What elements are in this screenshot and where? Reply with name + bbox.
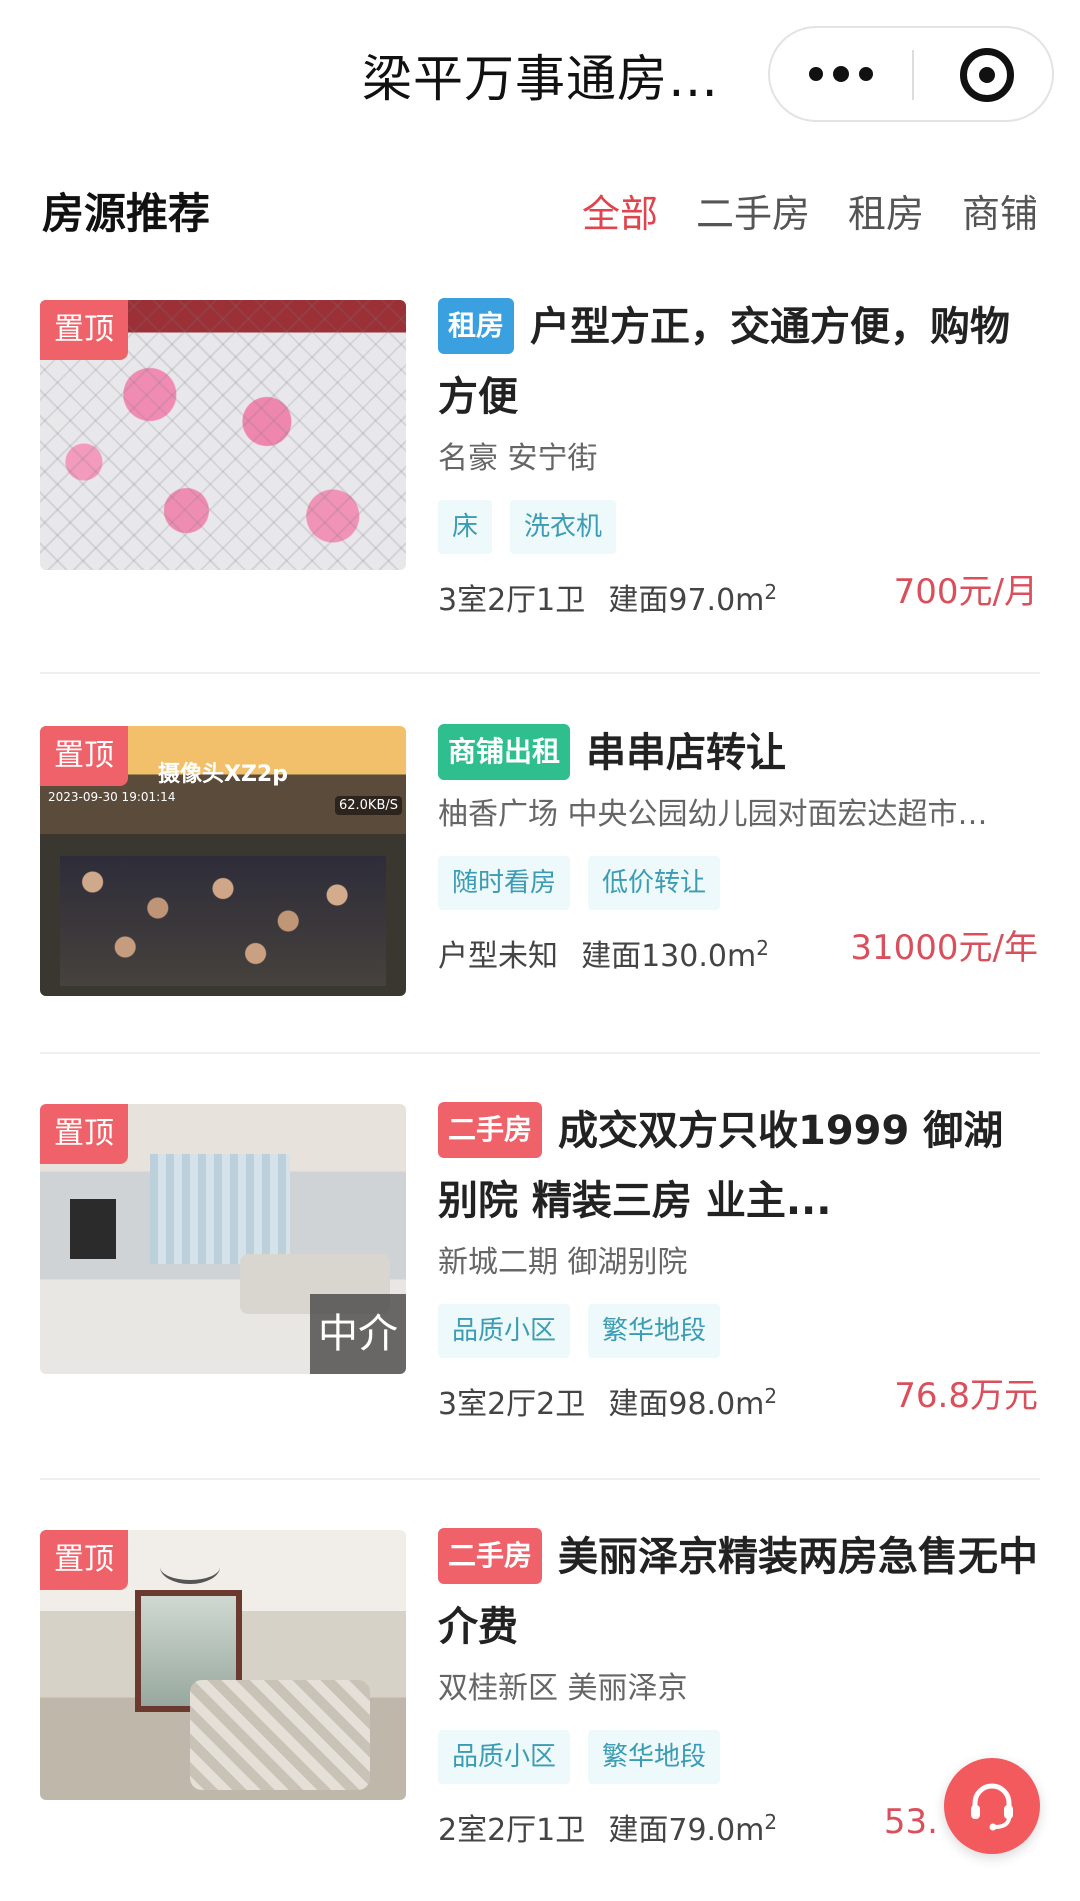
headset-icon [971, 1783, 1013, 1831]
floor-area-value: 建面130.0m [581, 939, 757, 974]
feature-tags: 随时看房 低价转让 [438, 856, 1038, 910]
listing-title: 户型方正，交通方便，购物方便 [438, 304, 1011, 420]
app-title: 梁平万事通房… [362, 50, 719, 108]
chandelier [160, 1550, 220, 1584]
camera-label: 摄像头XZ2p [158, 762, 288, 787]
filter-shop[interactable]: 商铺 [962, 184, 1038, 244]
area-exponent: 2 [764, 1810, 778, 1834]
feature-tag: 床 [438, 500, 493, 554]
customer-service-button[interactable] [944, 1758, 1040, 1854]
listing-address: 名豪 安宁街 [438, 441, 598, 476]
feature-tags: 床 洗衣机 [438, 500, 1038, 554]
room-layout: 3室2厅2卫 [438, 1387, 586, 1422]
feature-tag: 繁华地段 [588, 1304, 721, 1358]
listing-title-line: 租房 户型方正，交通方便，购物方便 [438, 292, 1038, 432]
curtain [150, 1154, 290, 1264]
area-exponent: 2 [764, 1384, 778, 1408]
listing-title: 串串店转让 [586, 730, 787, 776]
filter-all[interactable]: 全部 [582, 184, 658, 244]
listing-title-line: 二手房 成交双方只收1999 御湖别院 精装三房 业主... [438, 1096, 1038, 1236]
divider [40, 1478, 1040, 1480]
type-tag: 二手房 [438, 1528, 543, 1584]
listing-info: 商铺出租 串串店转让 柚香广场 中央公园幼儿园对面宏达超市… 随时看房 低价转让 … [438, 718, 1038, 976]
type-tag: 租房 [438, 298, 515, 354]
room-layout: 2室2厅1卫 [438, 1813, 586, 1848]
area-exponent: 2 [756, 936, 769, 960]
listing-price: 76.8万元 [894, 1376, 1038, 1416]
floor-area-value: 建面97.0m [608, 583, 765, 618]
listing-title-line: 二手房 美丽泽京精装两房急售无中介费 [438, 1522, 1038, 1662]
feature-tag: 低价转让 [588, 856, 721, 910]
filter-tabs: 全部 二手房 租房 商铺 [582, 184, 1038, 244]
section-title: 房源推荐 [42, 189, 211, 238]
pinned-badge: 置顶 [40, 726, 128, 786]
listing-meta: 3室2厅1卫 建面97.0m2 700元/月 [438, 564, 1038, 620]
floor-area: 建面97.0m2 [608, 580, 778, 618]
tv [70, 1199, 116, 1259]
room-layout: 户型未知 [438, 939, 558, 974]
listing-title-line: 商铺出租 串串店转让 [438, 718, 1038, 788]
diners-crowd [60, 856, 386, 986]
listing-meta: 户型未知 建面130.0m2 31000元/年 [438, 920, 1038, 976]
capsule-divider [912, 50, 914, 100]
feature-tags: 品质小区 繁华地段 [438, 1304, 1038, 1358]
filter-secondhand[interactable]: 二手房 [696, 184, 810, 244]
sofa [190, 1680, 370, 1790]
listing-info: 租房 户型方正，交通方便，购物方便 名豪 安宁街 床 洗衣机 3室2厅1卫 建面9… [438, 292, 1038, 620]
listing-price: 700元/月 [893, 572, 1038, 612]
feature-tag: 洗衣机 [510, 500, 617, 554]
listing-price: 31000元/年 [850, 928, 1038, 968]
feature-tags: 品质小区 繁华地段 [438, 1730, 1038, 1784]
divider [40, 672, 1040, 674]
filter-rent[interactable]: 租房 [848, 184, 924, 244]
listing-address: 新城二期 御湖别院 [438, 1245, 688, 1280]
area-exponent: 2 [764, 580, 778, 604]
mini-program-capsule [768, 26, 1054, 122]
camera-speed: 62.0KB/S [334, 796, 402, 815]
listing-image[interactable]: 摄像头XZ2p 2023-09-30 19:01:14 62.0KB/S 置顶 [40, 726, 406, 996]
top-nav-bar: 梁平万事通房… [0, 0, 1080, 150]
pinned-badge: 置顶 [40, 1530, 128, 1590]
room-layout: 3室2厅1卫 [438, 583, 586, 618]
listing-price: 53. [883, 1802, 938, 1842]
floor-area-value: 建面98.0m [608, 1387, 765, 1422]
feature-tag: 品质小区 [438, 1304, 571, 1358]
floor-area: 建面79.0m2 [608, 1810, 778, 1848]
listing-image[interactable]: 置顶 [40, 1530, 406, 1800]
feature-tag: 繁华地段 [588, 1730, 721, 1784]
floor-area: 建面130.0m2 [581, 936, 769, 974]
pinned-badge: 置顶 [40, 300, 128, 360]
camera-timestamp: 2023-09-30 19:01:14 [48, 790, 176, 804]
listing-address: 双桂新区 美丽泽京 [438, 1671, 688, 1706]
floor-area: 建面98.0m2 [608, 1384, 778, 1422]
floor-area-value: 建面79.0m [608, 1813, 765, 1848]
divider [40, 1052, 1040, 1054]
listing-address: 柚香广场 中央公园幼儿园对面宏达超市… [438, 797, 988, 832]
listing-image[interactable]: 中介 置顶 [40, 1104, 406, 1374]
close-circle-icon[interactable] [960, 48, 1014, 102]
type-tag: 商铺出租 [438, 724, 571, 780]
agent-watermark: 中介 [310, 1294, 406, 1374]
listing-image[interactable]: 置顶 [40, 300, 406, 570]
pinned-badge: 置顶 [40, 1104, 128, 1164]
more-dots-icon[interactable] [770, 28, 912, 120]
type-tag: 二手房 [438, 1102, 543, 1158]
listing-info: 二手房 成交双方只收1999 御湖别院 精装三房 业主... 新城二期 御湖别院 … [438, 1096, 1038, 1424]
listing-meta: 3室2厅2卫 建面98.0m2 76.8万元 [438, 1368, 1038, 1424]
feature-tag: 品质小区 [438, 1730, 571, 1784]
feature-tag: 随时看房 [438, 856, 571, 910]
